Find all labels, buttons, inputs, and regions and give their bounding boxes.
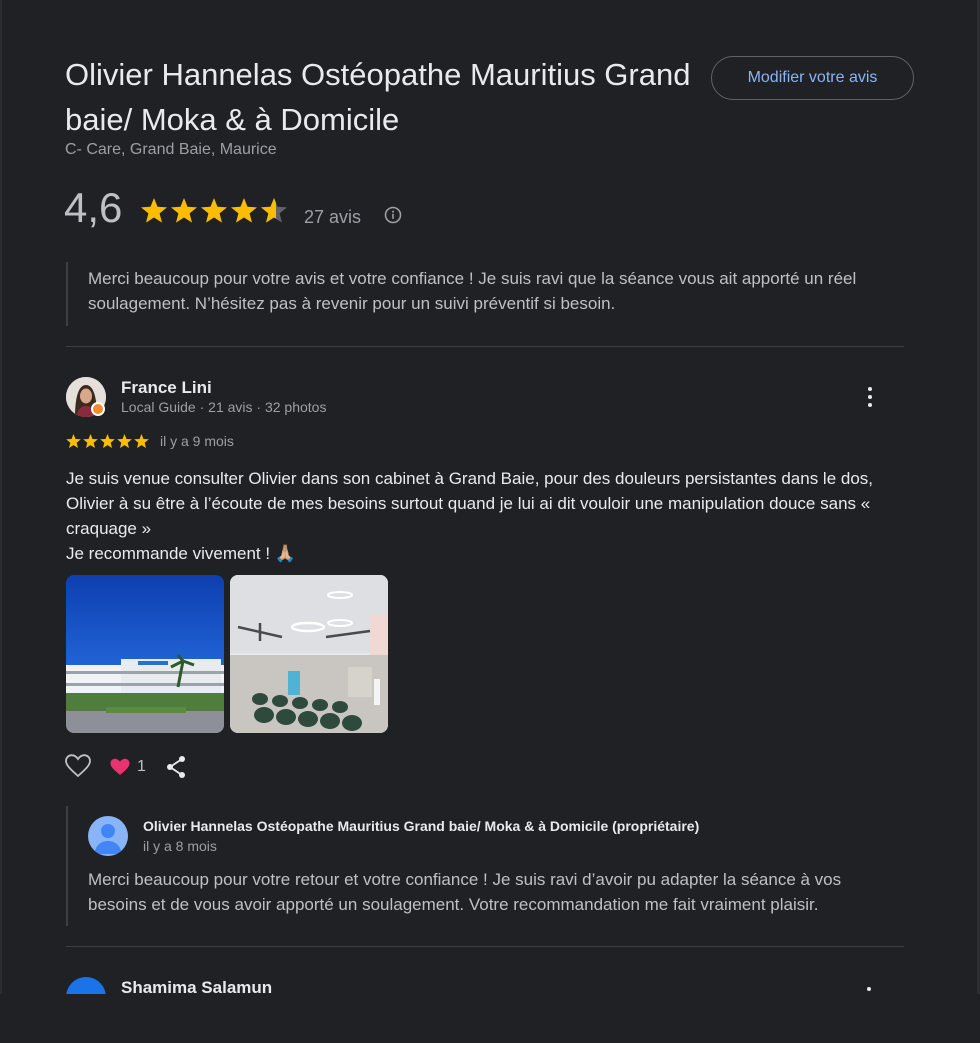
review-date: il y a 9 mois bbox=[160, 433, 234, 449]
like-count: 1 bbox=[137, 758, 146, 775]
place-subtitle: C- Care, Grand Baie, Maurice bbox=[65, 141, 277, 158]
more-vert-icon[interactable] bbox=[867, 987, 871, 991]
info-icon[interactable] bbox=[384, 206, 402, 229]
owner-name: Olivier Hannelas Ostéopathe Mauritius Gr… bbox=[143, 818, 700, 834]
window-border-left bbox=[0, 0, 2, 1043]
own-review-reply: Merci beaucoup pour votre avis et votre … bbox=[66, 262, 896, 326]
star-full-icon bbox=[141, 198, 167, 223]
reviewer-name[interactable]: France Lini bbox=[121, 378, 212, 398]
star-partial-icon bbox=[261, 198, 287, 223]
reviewer-meta: Local Guide · 21 avis · 32 photos bbox=[121, 399, 327, 415]
heart-filled-icon bbox=[110, 758, 130, 781]
owner-reply-text: Merci beaucoup pour votre retour et votr… bbox=[88, 870, 842, 914]
review-photo-building[interactable] bbox=[66, 575, 224, 733]
owner-reply-date: il y a 8 mois bbox=[143, 838, 217, 854]
review-stars bbox=[66, 433, 152, 454]
heart-outline-icon[interactable] bbox=[65, 754, 91, 783]
share-icon[interactable] bbox=[165, 755, 187, 784]
review-text: Je suis venue consulter Olivier dans son… bbox=[66, 469, 874, 563]
divider bbox=[66, 346, 904, 347]
review-photo-interior[interactable] bbox=[230, 575, 388, 733]
divider bbox=[66, 946, 904, 947]
star-full-icon bbox=[231, 198, 257, 223]
more-vert-icon[interactable] bbox=[860, 385, 880, 411]
rating-stars bbox=[141, 195, 291, 232]
own-review-reply-text: Merci beaucoup pour votre avis et votre … bbox=[88, 269, 857, 313]
scroll-clip bbox=[0, 994, 980, 1043]
star-full-icon bbox=[201, 198, 227, 223]
star-full-icon bbox=[171, 198, 197, 223]
place-title: Olivier Hannelas Ostéopathe Mauritius Gr… bbox=[65, 57, 691, 137]
review-count[interactable]: 27 avis bbox=[304, 207, 361, 228]
rating-value: 4,6 bbox=[64, 184, 123, 231]
edit-review-button[interactable]: Modifier votre avis bbox=[711, 56, 914, 100]
owner-avatar bbox=[88, 816, 128, 856]
local-guide-badge-icon bbox=[91, 402, 105, 416]
